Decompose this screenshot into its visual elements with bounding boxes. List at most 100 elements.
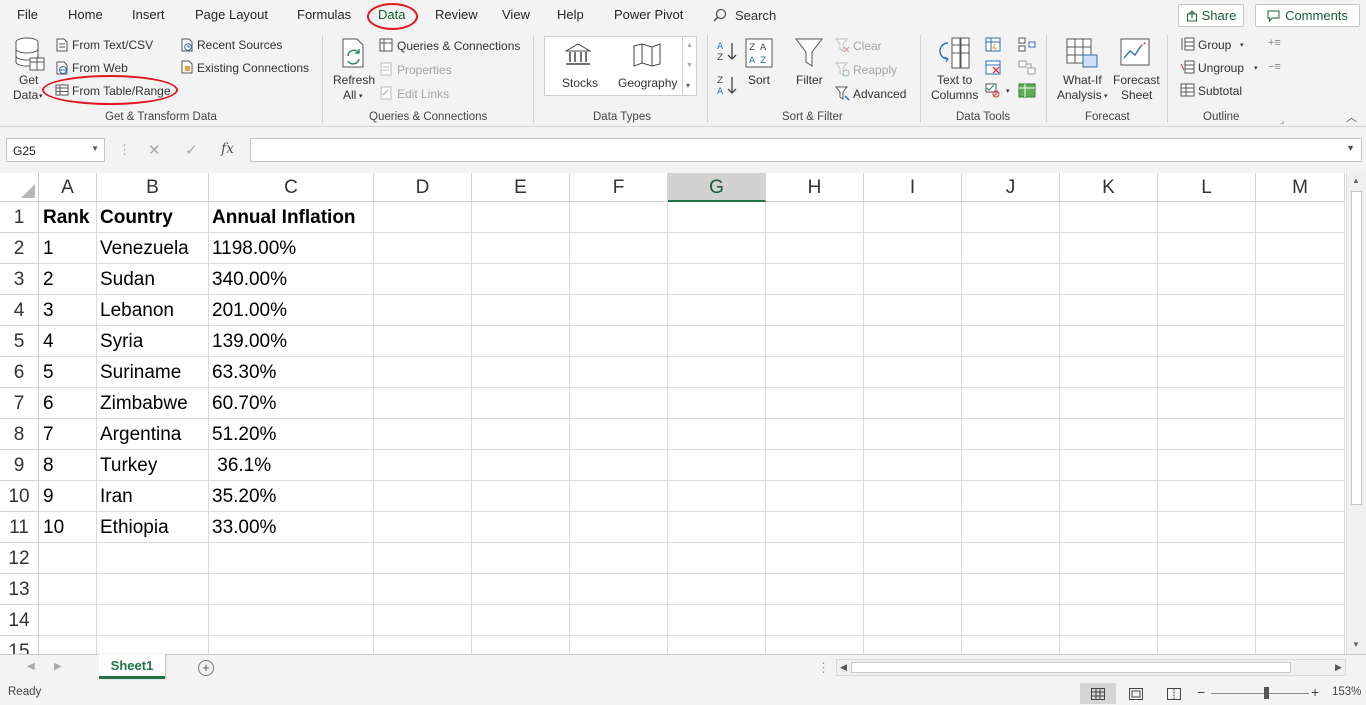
column-header-e[interactable]: E: [472, 173, 570, 202]
cell-a8[interactable]: 7: [43, 419, 54, 450]
row-header-10[interactable]: 10: [0, 481, 39, 512]
flash-fill-icon[interactable]: [985, 37, 1001, 52]
cell-b10[interactable]: Iran: [100, 481, 133, 512]
gallery-scroll[interactable]: ▲ ▼ ▾: [682, 36, 697, 96]
tab-formulas[interactable]: Formulas: [297, 7, 351, 22]
data-validation-icon[interactable]: [985, 83, 1001, 98]
scroll-down-icon[interactable]: ▼: [1352, 640, 1360, 649]
page-layout-view-button[interactable]: [1118, 683, 1154, 704]
cell-b7[interactable]: Zimbabwe: [100, 388, 188, 419]
cell-a7[interactable]: 6: [43, 388, 54, 419]
row-header-11[interactable]: 11: [0, 512, 39, 543]
row-header-7[interactable]: 7: [0, 388, 39, 419]
cell-b9[interactable]: Turkey: [100, 450, 157, 481]
cell-c5[interactable]: 139.00%: [212, 326, 287, 357]
row-header-8[interactable]: 8: [0, 419, 39, 450]
tab-data[interactable]: Data: [378, 7, 405, 22]
prev-sheet-icon[interactable]: ◀: [27, 661, 35, 672]
tab-help[interactable]: Help: [557, 7, 584, 22]
cell-a6[interactable]: 5: [43, 357, 54, 388]
expand-formula-icon[interactable]: ▼: [1346, 143, 1355, 153]
column-header-f[interactable]: F: [570, 173, 668, 202]
tab-power-pivot[interactable]: Power Pivot: [614, 7, 683, 22]
vertical-scrollbar[interactable]: ▲ ▼: [1346, 173, 1366, 654]
row-header-13[interactable]: 13: [0, 574, 39, 605]
scroll-right-icon[interactable]: ▶: [1335, 662, 1342, 673]
column-header-a[interactable]: A: [39, 173, 97, 202]
cell-c2[interactable]: 1198.00%: [212, 233, 296, 264]
zoom-slider-thumb[interactable]: [1264, 687, 1269, 699]
tab-page-layout[interactable]: Page Layout: [195, 7, 268, 22]
tab-review[interactable]: Review: [435, 7, 478, 22]
row-header-14[interactable]: 14: [0, 605, 39, 636]
page-break-view-button[interactable]: [1156, 683, 1192, 704]
cell-a9[interactable]: 8: [43, 450, 54, 481]
consolidate-icon[interactable]: [1018, 37, 1036, 52]
cancel-icon[interactable]: ✕: [148, 141, 161, 159]
row-header-3[interactable]: 3: [0, 264, 39, 295]
cell-b3[interactable]: Sudan: [100, 264, 155, 295]
zoom-slider[interactable]: [1211, 693, 1309, 694]
cell-c4[interactable]: 201.00%: [212, 295, 287, 326]
formula-input[interactable]: ▼: [250, 138, 1362, 162]
cell-c10[interactable]: 35.20%: [212, 481, 276, 512]
cell-c8[interactable]: 51.20%: [212, 419, 276, 450]
hide-detail-icon[interactable]: −≡: [1268, 60, 1281, 74]
column-header-m[interactable]: M: [1256, 173, 1345, 202]
tab-home[interactable]: Home: [68, 7, 103, 22]
row-header-1[interactable]: 1: [0, 202, 39, 233]
column-header-g[interactable]: G: [668, 173, 766, 202]
cell-a11[interactable]: 10: [43, 512, 64, 543]
zoom-out-icon[interactable]: −: [1197, 684, 1205, 700]
cell-b8[interactable]: Argentina: [100, 419, 181, 450]
sheet-tab-sheet1[interactable]: Sheet1: [99, 654, 165, 679]
next-sheet-icon[interactable]: ▶: [54, 661, 62, 672]
row-header-5[interactable]: 5: [0, 326, 39, 357]
column-header-b[interactable]: B: [97, 173, 209, 202]
share-button[interactable]: Share: [1178, 4, 1244, 27]
zoom-level[interactable]: 153%: [1332, 686, 1361, 698]
cell-b5[interactable]: Syria: [100, 326, 143, 357]
column-header-l[interactable]: L: [1158, 173, 1256, 202]
row-header-2[interactable]: 2: [0, 233, 39, 264]
scroll-up-icon[interactable]: ▲: [1352, 176, 1360, 185]
cell-a1[interactable]: Rank: [43, 202, 89, 233]
cell-c6[interactable]: 63.30%: [212, 357, 276, 388]
collapse-ribbon-icon[interactable]: ︿: [1346, 111, 1357, 125]
column-header-i[interactable]: I: [864, 173, 962, 202]
row-header-4[interactable]: 4: [0, 295, 39, 326]
column-header-k[interactable]: K: [1060, 173, 1158, 202]
remove-duplicates-icon[interactable]: [985, 60, 1001, 75]
zoom-in-icon[interactable]: +: [1311, 684, 1319, 700]
insert-function-icon[interactable]: fx: [221, 141, 234, 157]
column-header-d[interactable]: D: [374, 173, 472, 202]
add-sheet-icon[interactable]: +: [198, 660, 214, 676]
cell-b2[interactable]: Venezuela: [100, 233, 189, 264]
cell-b11[interactable]: Ethiopia: [100, 512, 169, 543]
row-header-6[interactable]: 6: [0, 357, 39, 388]
select-all-button[interactable]: [0, 173, 39, 202]
cell-c11[interactable]: 33.00%: [212, 512, 276, 543]
name-box[interactable]: G25 ▼: [6, 138, 105, 162]
tab-insert[interactable]: Insert: [132, 7, 165, 22]
relationships-icon[interactable]: [1018, 60, 1036, 75]
scroll-thumb[interactable]: [851, 662, 1291, 673]
column-header-j[interactable]: J: [962, 173, 1060, 202]
cell-a4[interactable]: 3: [43, 295, 54, 326]
dialog-launcher-icon[interactable]: ⌟: [1280, 113, 1284, 127]
tab-view[interactable]: View: [502, 7, 530, 22]
search-box[interactable]: Search: [713, 5, 776, 25]
data-model-icon[interactable]: [1018, 83, 1036, 98]
show-detail-icon[interactable]: +≡: [1268, 36, 1281, 50]
cell-b6[interactable]: Suriname: [100, 357, 181, 388]
cell-b4[interactable]: Lebanon: [100, 295, 174, 326]
row-header-9[interactable]: 9: [0, 450, 39, 481]
cell-a3[interactable]: 2: [43, 264, 54, 295]
enter-check-icon[interactable]: ✓: [185, 141, 198, 159]
cell-a10[interactable]: 9: [43, 481, 54, 512]
cell-c9[interactable]: 36.1%: [212, 450, 271, 481]
row-header-15[interactable]: 15: [0, 636, 39, 654]
row-header-12[interactable]: 12: [0, 543, 39, 574]
cell-c7[interactable]: 60.70%: [212, 388, 276, 419]
tab-splitter-icon[interactable]: ⋮: [817, 660, 830, 676]
